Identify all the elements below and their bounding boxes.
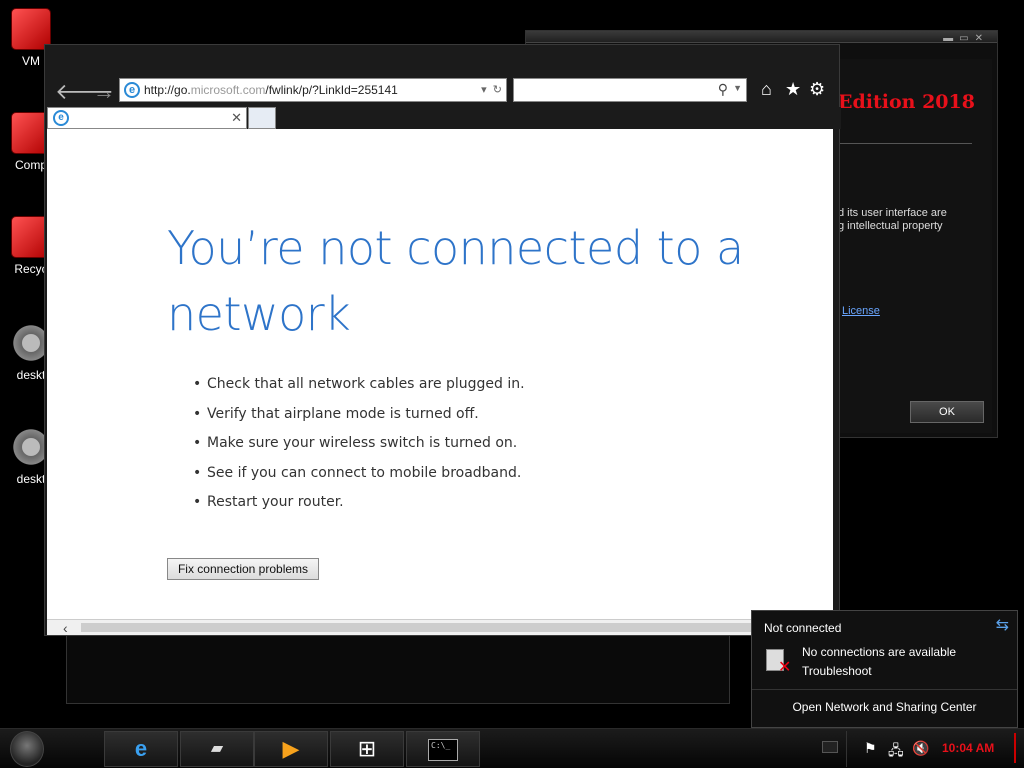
troubleshoot-link[interactable]: Troubleshoot bbox=[802, 664, 872, 678]
windows-logo-icon: ⊞ bbox=[357, 736, 377, 761]
start-button[interactable] bbox=[10, 731, 44, 767]
home-icon[interactable]: ⌂ bbox=[761, 79, 772, 100]
play-icon: ▶ bbox=[282, 736, 300, 761]
taskbar: e ▰ ▶ ⊞ C:\_ ⚑ 🖧 🔇 10:04 AM bbox=[0, 728, 1024, 768]
list-item: Verify that airplane mode is turned off. bbox=[193, 406, 525, 436]
ie-logo-icon: e bbox=[134, 736, 148, 761]
about-titlebar[interactable] bbox=[526, 31, 997, 43]
background-window bbox=[66, 634, 730, 704]
fix-connection-button[interactable]: Fix connection problems bbox=[167, 558, 319, 580]
horizontal-scrollbar[interactable]: ‹ bbox=[47, 619, 833, 636]
page-content: You’re not connected to a network Check … bbox=[47, 129, 833, 619]
taskbar-command-prompt[interactable]: C:\_ bbox=[406, 731, 480, 767]
taskbar-media-player[interactable]: ▶ bbox=[254, 731, 328, 767]
network-message: No connections are available bbox=[802, 645, 957, 659]
divider bbox=[838, 143, 972, 144]
browser-toolbar: 🡐 → e http://go.microsoft.com/fwlink/p/?… bbox=[45, 75, 841, 107]
tips-list: Check that all network cables are plugge… bbox=[193, 376, 525, 524]
taskbar-internet-explorer[interactable]: e bbox=[104, 731, 178, 767]
list-item: Restart your router. bbox=[193, 494, 525, 524]
divider bbox=[752, 689, 1017, 690]
url-domain: microsoft.com bbox=[190, 83, 266, 97]
show-hidden-icons-button[interactable] bbox=[822, 741, 838, 753]
list-item: Check that all network cables are plugge… bbox=[193, 376, 525, 406]
network-disconnected-icon[interactable]: 🖧 bbox=[888, 740, 904, 764]
forward-arrow-icon[interactable]: → bbox=[93, 79, 115, 105]
divider bbox=[846, 731, 847, 767]
network-status: Not connected bbox=[764, 621, 842, 635]
address-bar[interactable]: e http://go.microsoft.com/fwlink/p/?Link… bbox=[119, 78, 507, 102]
about-text-line: d its user interface are bbox=[838, 207, 947, 219]
command-prompt-icon: C:\_ bbox=[428, 739, 458, 762]
ok-button[interactable]: OK bbox=[910, 401, 984, 423]
tab-row: e ✕ bbox=[45, 107, 841, 129]
url-prefix: http://go. bbox=[144, 83, 191, 97]
tab-active[interactable]: e ✕ bbox=[47, 107, 247, 129]
disconnected-network-icon: ✕ bbox=[764, 647, 794, 676]
search-icon[interactable]: ⚲ bbox=[718, 81, 728, 98]
address-controls[interactable]: ▾ ↻ bbox=[481, 79, 502, 101]
window-controls[interactable]: ▬▭✕ bbox=[943, 33, 989, 44]
new-tab-button[interactable] bbox=[248, 107, 276, 129]
chevron-down-icon[interactable]: ▼ bbox=[733, 83, 742, 93]
internet-explorer-window: 🡐 → e http://go.microsoft.com/fwlink/p/?… bbox=[44, 44, 841, 636]
vm-icon: ▰ bbox=[210, 740, 224, 757]
taskbar-vmware[interactable]: ▰ bbox=[180, 731, 254, 767]
list-item: Make sure your wireless switch is turned… bbox=[193, 435, 525, 465]
clock[interactable]: 10:04 AM bbox=[942, 741, 994, 755]
url-path: /fwlink/p/?LinkId=255141 bbox=[265, 83, 398, 97]
ie-logo-icon: e bbox=[53, 110, 69, 126]
refresh-icon[interactable]: ⇆ bbox=[996, 615, 1009, 635]
gear-icon[interactable]: ⚙ bbox=[809, 79, 825, 100]
show-desktop-button[interactable] bbox=[1014, 733, 1016, 763]
action-center-flag-icon[interactable]: ⚑ bbox=[864, 740, 877, 757]
taskbar-windows-explorer[interactable]: ⊞ bbox=[330, 731, 404, 767]
volume-muted-icon[interactable]: 🔇 bbox=[912, 740, 929, 757]
edition-text: Edition 2018 bbox=[838, 91, 975, 113]
close-icon[interactable]: ✕ bbox=[231, 110, 242, 126]
scroll-left-icon[interactable]: ‹ bbox=[63, 620, 68, 636]
scrollbar-thumb[interactable] bbox=[81, 623, 829, 632]
list-item: See if you can connect to mobile broadba… bbox=[193, 465, 525, 495]
network-sharing-center-link[interactable]: Open Network and Sharing Center bbox=[752, 700, 1017, 714]
ie-logo-icon: e bbox=[124, 82, 140, 98]
search-input[interactable] bbox=[518, 80, 714, 100]
page-title: You’re not connected to a network bbox=[167, 221, 744, 341]
about-body: Edition 2018 d its user interface are g … bbox=[838, 59, 992, 433]
star-icon[interactable]: ★ bbox=[785, 79, 801, 100]
search-box[interactable]: ⚲ ▼ bbox=[513, 78, 747, 102]
about-text-line: g intellectual property bbox=[838, 220, 943, 232]
license-link[interactable]: License bbox=[842, 305, 880, 317]
network-flyout: Not connected ⇆ ✕ No connections are ava… bbox=[751, 610, 1018, 728]
